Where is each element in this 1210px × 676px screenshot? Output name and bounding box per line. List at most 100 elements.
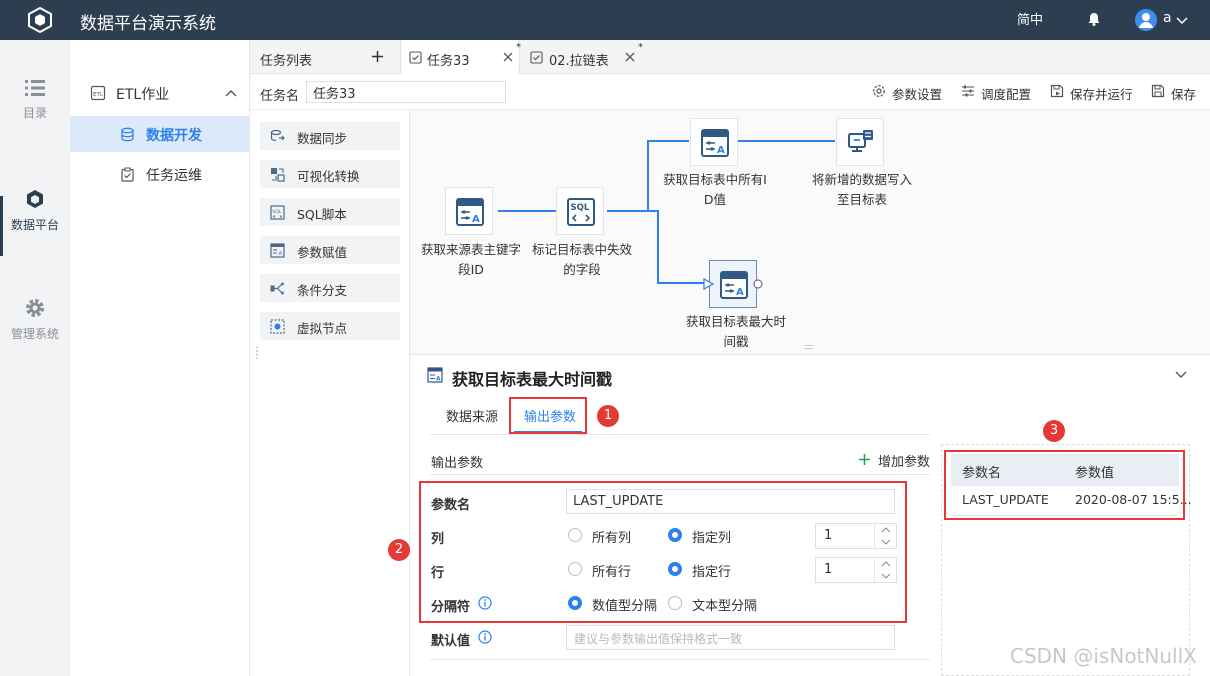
svg-text:A: A bbox=[472, 214, 480, 225]
save-run-label: 保存并运行 bbox=[1070, 87, 1133, 102]
data-sync-icon bbox=[270, 129, 285, 142]
palette-item-label: 条件分支 bbox=[297, 283, 348, 298]
palette-item-label: SQL脚本 bbox=[297, 207, 347, 222]
task-name-input[interactable] bbox=[306, 81, 506, 103]
rail-item-catalog[interactable]: 目录 bbox=[0, 78, 70, 121]
nav-item-task-ops[interactable]: 任务运维 bbox=[70, 160, 250, 190]
svg-text:A: A bbox=[717, 145, 725, 156]
save-icon bbox=[1151, 84, 1165, 98]
svg-text:SQL: SQL bbox=[272, 209, 282, 215]
chevron-down-icon[interactable] bbox=[1175, 13, 1189, 27]
nav-item-label: 任务运维 bbox=[146, 168, 202, 184]
nav-group-label: ETL作业 bbox=[116, 87, 170, 103]
resize-handle[interactable]: ⋮ ⋮ bbox=[252, 347, 262, 361]
watermark: CSDN @isNotNullX bbox=[1010, 644, 1197, 668]
svg-text:A: A bbox=[736, 287, 744, 298]
palette-item-param-assign[interactable]: A 参数赋值 bbox=[260, 236, 400, 264]
close-icon[interactable] bbox=[502, 51, 514, 63]
flow-node-mark-invalid[interactable]: SQL bbox=[556, 187, 604, 235]
chevron-down-icon[interactable] bbox=[1174, 367, 1188, 381]
task-list-label: 任务列表 bbox=[260, 54, 313, 69]
param-assign-icon: A bbox=[427, 367, 443, 383]
svg-text:A: A bbox=[279, 251, 283, 257]
left-rail bbox=[0, 40, 70, 676]
param-settings-button[interactable]: 参数设置 bbox=[872, 84, 944, 102]
svg-text:ETL: ETL bbox=[93, 92, 104, 98]
rail-item-data-platform[interactable]: 数据平台 bbox=[0, 188, 70, 233]
flow-node-label: 获取目标表中所有I D值 bbox=[663, 172, 767, 207]
flow-connectors bbox=[498, 140, 835, 284]
app-title: 数据平台演示系统 bbox=[80, 14, 216, 34]
task-list-tab[interactable]: 任务列表 bbox=[250, 40, 398, 74]
tab-zipper-table[interactable]: 02.拉链表 * bbox=[522, 40, 643, 74]
palette-item-label: 参数赋值 bbox=[297, 245, 348, 260]
annotation-box-1 bbox=[509, 397, 587, 434]
annotation-badge-1: 1 bbox=[597, 405, 619, 427]
tab-task33[interactable]: 任务33 * bbox=[400, 40, 521, 75]
save-button[interactable]: 保存 bbox=[1151, 84, 1199, 102]
add-param-button[interactable]: 增加参数 bbox=[858, 451, 930, 470]
param-assign-icon: A bbox=[720, 271, 748, 299]
tab-data-source[interactable]: 数据来源 bbox=[446, 406, 498, 425]
palette-item-data-sync[interactable]: 数据同步 bbox=[260, 122, 400, 150]
bell-icon[interactable] bbox=[1086, 11, 1102, 27]
output-port-icon[interactable] bbox=[753, 279, 763, 289]
input-port-icon[interactable] bbox=[703, 278, 715, 290]
param-assign-icon: A bbox=[270, 243, 285, 258]
user-icon bbox=[1139, 13, 1153, 28]
username[interactable]: a bbox=[1163, 10, 1172, 26]
data-sync-icon bbox=[848, 130, 873, 152]
flow-node-label: 标记目标表中失效 的字段 bbox=[531, 242, 632, 277]
task-name-label: 任务名 bbox=[260, 89, 300, 104]
flow-node-get-source-pk[interactable]: A bbox=[445, 187, 493, 235]
tabs-divider bbox=[430, 434, 930, 435]
app-logo-icon[interactable] bbox=[26, 6, 54, 34]
section-divider bbox=[430, 474, 930, 475]
rail-item-label: 目录 bbox=[22, 106, 47, 120]
palette-item-visual-transform[interactable]: 可视化转换 bbox=[260, 160, 400, 188]
schedule-label: 调度配置 bbox=[981, 87, 1032, 102]
unsaved-marker: * bbox=[516, 42, 521, 53]
annotation-badge-3: 3 bbox=[1043, 420, 1065, 442]
section-title: 输出参数 bbox=[431, 456, 484, 471]
chevron-up-icon[interactable] bbox=[224, 87, 238, 101]
flow-node-get-target-ids[interactable]: A bbox=[690, 118, 738, 166]
rail-item-label: 管理系统 bbox=[10, 327, 59, 341]
plus-icon[interactable] bbox=[371, 50, 384, 63]
palette-item-condition-branch[interactable]: 条件分支 bbox=[260, 274, 400, 302]
rail-item-admin[interactable]: 管理系统 bbox=[0, 297, 70, 342]
annotation-box-3 bbox=[944, 450, 1185, 520]
avatar[interactable] bbox=[1135, 9, 1157, 31]
palette-item-sql-script[interactable]: SQL SQL脚本 bbox=[260, 198, 400, 226]
task-check-icon bbox=[409, 51, 422, 64]
condition-branch-icon bbox=[270, 282, 284, 295]
section-divider bbox=[430, 659, 930, 660]
info-icon[interactable] bbox=[478, 630, 492, 644]
default-value-input[interactable]: 建议与参数输出值保持格式一致 bbox=[566, 625, 895, 650]
save-and-run-button[interactable]: 保存并运行 bbox=[1050, 84, 1134, 102]
save-label: 保存 bbox=[1171, 87, 1197, 102]
palette-item-virtual-node[interactable]: 虚拟节点 bbox=[260, 312, 400, 340]
nav-item-data-dev[interactable]: 数据开发 bbox=[70, 116, 249, 152]
param-assign-icon: A bbox=[456, 198, 484, 226]
database-icon bbox=[121, 127, 134, 142]
flow-node-label: 获取目标表最大时 间戳 bbox=[685, 314, 786, 349]
language-switch[interactable]: 简中 bbox=[1017, 9, 1043, 28]
panel-title: 获取目标表最大时间戳 bbox=[452, 370, 613, 389]
nav-item-label: 数据开发 bbox=[146, 128, 202, 144]
rail-item-label: 数据平台 bbox=[10, 218, 59, 232]
clipboard-icon bbox=[121, 167, 134, 182]
sql-script-icon: SQL bbox=[270, 205, 285, 220]
node-palette bbox=[250, 110, 410, 676]
virtual-node-icon bbox=[270, 319, 285, 334]
annotation-box-2 bbox=[419, 481, 907, 623]
flow-node-get-max-timestamp[interactable]: A bbox=[709, 260, 757, 308]
close-icon[interactable] bbox=[624, 51, 636, 63]
save-run-icon bbox=[1050, 84, 1064, 98]
svg-text:A: A bbox=[436, 376, 441, 383]
tab-label: 任务33 bbox=[427, 54, 470, 69]
nav-group-etl[interactable]: ETL ETL作业 bbox=[70, 80, 250, 106]
splitter-handle[interactable]: ::::: bbox=[804, 342, 814, 351]
flow-node-write-new-data[interactable] bbox=[836, 118, 884, 166]
schedule-config-button[interactable]: 调度配置 bbox=[961, 84, 1033, 102]
